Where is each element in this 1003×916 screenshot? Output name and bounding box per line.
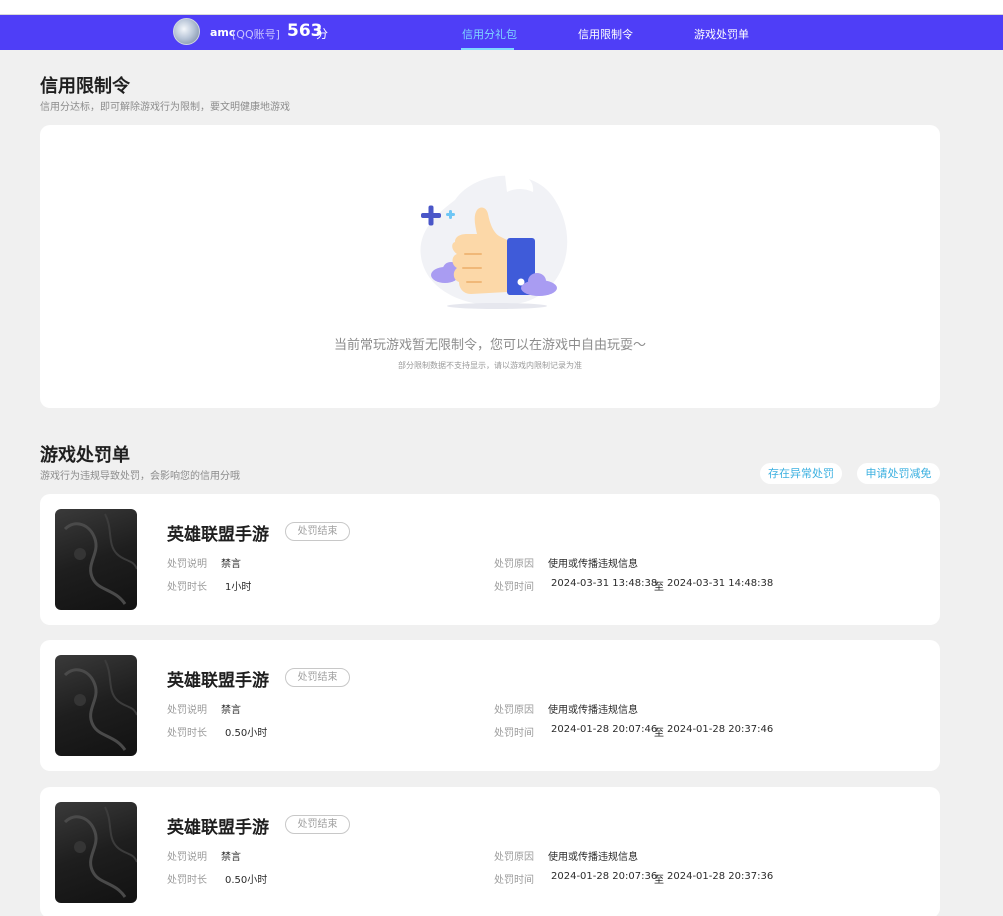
desc-label: 处罚说明 [167,559,207,570]
restriction-section-subtitle: 信用分达标，即可解除游戏行为限制，要文明健康地游戏 [40,102,290,113]
tab-credit-restriction[interactable]: 信用限制令 [578,26,633,42]
punishment-card: 英雄联盟手游 处罚结束 处罚说明 禁言 处罚时长 0.50小时 处罚原因 使用或… [40,640,940,771]
punishment-card: 英雄联盟手游 处罚结束 处罚说明 禁言 处罚时长 0.50小时 处罚原因 使用或… [40,787,940,916]
status-badge: 处罚结束 [285,668,350,687]
time-to: 至 [654,582,664,593]
time-label: 处罚时间 [494,875,534,886]
active-tab-indicator [461,48,514,50]
game-thumbnail [55,802,137,903]
game-name: 英雄联盟手游 [167,525,269,545]
duration-value: 1小时 [225,582,252,593]
reason-value: 使用或传播违规信息 [548,705,638,716]
desc-value: 禁言 [221,705,241,716]
time-end: 2024-01-28 20:37:36 [667,871,774,882]
game-name: 英雄联盟手游 [167,671,269,691]
punishment-section-title: 游戏处罚单 [40,445,130,466]
desc-label: 处罚说明 [167,705,207,716]
tab-credit-gift[interactable]: 信用分礼包 [462,26,517,42]
game-art-icon [63,513,137,605]
restriction-empty-note: 部分限制数据不支持显示，请以游戏内限制记录为准 [398,361,582,370]
time-label: 处罚时间 [494,728,534,739]
time-label: 处罚时间 [494,582,534,593]
game-name: 英雄联盟手游 [167,818,269,838]
credit-score-unit: 分 [316,27,329,41]
reason-label: 处罚原因 [494,559,534,570]
duration-value: 0.50小时 [225,875,268,886]
time-start: 2024-03-31 13:48:38 [551,578,658,589]
time-to: 至 [654,728,664,739]
desc-value: 禁言 [221,852,241,863]
duration-label: 处罚时长 [167,582,207,593]
status-badge: 处罚结束 [285,815,350,834]
game-thumbnail [55,655,137,756]
browser-chrome-strip [0,0,1003,15]
punishment-card: 英雄联盟手游 处罚结束 处罚说明 禁言 处罚时长 1小时 处罚原因 使用或传播违… [40,494,940,625]
top-nav-bar: amc [QQ账号] 563 分 信用分礼包 信用限制令 游戏处罚单 [0,15,1003,50]
duration-value: 0.50小时 [225,728,268,739]
reason-value: 使用或传播违规信息 [548,852,638,863]
avatar[interactable] [173,18,200,45]
account-type: [QQ账号] [232,28,280,41]
time-start: 2024-01-28 20:07:46 [551,724,658,735]
reason-label: 处罚原因 [494,852,534,863]
duration-label: 处罚时长 [167,875,207,886]
status-badge: 处罚结束 [285,522,350,541]
desc-value: 禁言 [221,559,241,570]
abnormal-punishment-button[interactable]: 存在异常处罚 [760,463,842,484]
tab-game-punishment[interactable]: 游戏处罚单 [694,26,749,42]
punishment-section-subtitle: 游戏行为违规导致处罚，会影响您的信用分哦 [40,471,240,482]
desc-label: 处罚说明 [167,852,207,863]
reason-value: 使用或传播违规信息 [548,559,638,570]
game-thumbnail [55,509,137,610]
restriction-empty-text: 当前常玩游戏暂无限制令，您可以在游戏中自由玩耍～ [333,338,646,353]
time-start: 2024-01-28 20:07:36 [551,871,658,882]
reason-label: 处罚原因 [494,705,534,716]
thumbs-up-illustration-icon [420,173,568,309]
duration-label: 处罚时长 [167,728,207,739]
restriction-empty-card: 当前常玩游戏暂无限制令，您可以在游戏中自由玩耍～ 部分限制数据不支持显示，请以游… [40,125,940,408]
game-art-icon [63,659,137,751]
restriction-section-title: 信用限制令 [40,76,130,97]
time-end: 2024-01-28 20:37:46 [667,724,774,735]
time-to: 至 [654,875,664,886]
appeal-reduction-button[interactable]: 申请处罚减免 [857,463,940,484]
time-end: 2024-03-31 14:48:38 [667,578,774,589]
game-art-icon [63,806,137,898]
